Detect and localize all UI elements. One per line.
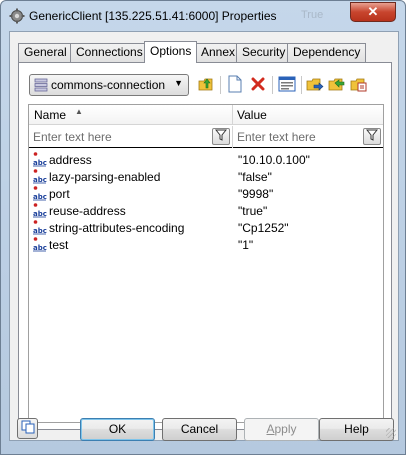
copy-icon (350, 75, 368, 96)
tab-strip: General Connections Options Annex Securi… (18, 41, 398, 63)
string-attribute-icon: abc (33, 185, 47, 201)
copy-to-clipboard-button[interactable] (17, 418, 38, 439)
string-attribute-icon: abc (33, 236, 47, 252)
tab-dependency[interactable]: Dependency (287, 43, 367, 62)
export-button[interactable] (305, 75, 325, 95)
value-filter-input[interactable] (235, 127, 361, 146)
tab-connections[interactable]: Connections (70, 43, 149, 62)
toolbar-separator (301, 76, 302, 94)
apply-label: pply (274, 422, 297, 436)
tab-annex[interactable]: Annex (195, 43, 242, 62)
column-header-name[interactable]: Name (34, 108, 66, 122)
string-attribute-icon: abc (33, 151, 47, 167)
row-name: test (49, 238, 69, 252)
sort-ascending-icon: ▲ (75, 107, 83, 116)
value-filter-button[interactable] (363, 128, 381, 145)
row-value: "1" (238, 238, 254, 252)
option-set-dropdown[interactable]: commons-connection ▼ (29, 74, 189, 96)
new-document-icon (227, 75, 243, 96)
row-value: "9998" (238, 187, 274, 201)
row-name: lazy-parsing-enabled (49, 170, 161, 184)
up-folder-button[interactable] (196, 75, 216, 95)
column-divider (232, 126, 233, 148)
ok-button[interactable]: OK (80, 418, 155, 441)
string-attribute-icon: abc (33, 168, 47, 184)
row-name: string-attributes-encoding (49, 221, 185, 235)
name-filter-button[interactable] (212, 128, 230, 145)
tab-security[interactable]: Security (236, 43, 292, 62)
funnel-icon (214, 129, 228, 144)
row-name: reuse-address (49, 204, 126, 218)
delete-button[interactable] (248, 75, 268, 95)
title-bar[interactable]: GenericClient [135.225.51.41:6000] Prope… (1, 1, 405, 31)
row-value: "true" (238, 204, 268, 218)
row-value: "false" (238, 170, 272, 184)
chevron-down-icon: ▼ (174, 78, 183, 88)
table-row[interactable]: abc port "9998" (29, 185, 383, 202)
toolbar-separator (272, 76, 273, 94)
row-name: port (49, 187, 70, 201)
column-header-value[interactable]: Value (237, 108, 267, 122)
table-row[interactable]: abc reuse-address "true" (29, 202, 383, 219)
copy-pages-icon (21, 420, 35, 437)
table-row[interactable]: abc address "10.10.0.100" (29, 151, 383, 168)
row-name: address (49, 153, 92, 167)
apply-mnemonic: A (266, 422, 275, 436)
properties-dialog: GenericClient [135.225.51.41:6000] Prope… (0, 0, 406, 455)
toolbar-separator (220, 76, 221, 94)
grid-header: Name ▲ Value (29, 105, 383, 125)
import-icon (328, 75, 346, 96)
dialog-button-bar: OK Cancel Apply Help (10, 406, 398, 441)
option-set-icon (34, 78, 48, 92)
up-folder-icon (197, 75, 215, 96)
string-attribute-icon: abc (33, 202, 47, 218)
apply-button[interactable]: Apply (244, 418, 319, 441)
options-tab-panel: commons-connection ▼ Name ▲ Value Enter … (18, 62, 392, 430)
background-window-title: True (301, 9, 324, 21)
column-divider[interactable] (232, 105, 233, 125)
properties-icon (278, 76, 296, 95)
delete-icon (250, 76, 266, 95)
tab-options[interactable]: Options (144, 41, 198, 63)
tab-general[interactable]: General (18, 43, 73, 62)
string-attribute-icon: abc (33, 219, 47, 235)
options-toolbar: commons-connection ▼ (29, 73, 389, 99)
properties-button[interactable] (277, 75, 297, 95)
cancel-button[interactable]: Cancel (162, 418, 237, 441)
copy-button[interactable] (349, 75, 369, 95)
row-value: "10.10.0.100" (238, 153, 310, 167)
table-row[interactable]: abc lazy-parsing-enabled "false" (29, 168, 383, 185)
name-filter-input[interactable] (31, 127, 209, 146)
export-icon (306, 75, 324, 96)
import-button[interactable] (327, 75, 347, 95)
funnel-icon (365, 129, 379, 144)
row-value: "Cp1252" (238, 221, 289, 235)
help-button[interactable]: Help (319, 418, 394, 441)
option-set-value: commons-connection (51, 78, 166, 92)
resize-grip[interactable] (386, 428, 396, 438)
filter-row (29, 126, 383, 148)
table-row[interactable]: abc string-attributes-encoding "Cp1252" (29, 219, 383, 236)
app-gear-icon (9, 8, 25, 24)
table-row[interactable]: abc test "1" (29, 236, 383, 253)
close-button[interactable]: ✕ (350, 2, 396, 22)
window-title: GenericClient [135.225.51.41:6000] Prope… (29, 9, 277, 23)
dialog-client-area: General Connections Options Annex Securi… (9, 31, 399, 441)
new-button[interactable] (225, 75, 245, 95)
options-grid: Name ▲ Value Enter text here Enter text … (28, 104, 384, 423)
